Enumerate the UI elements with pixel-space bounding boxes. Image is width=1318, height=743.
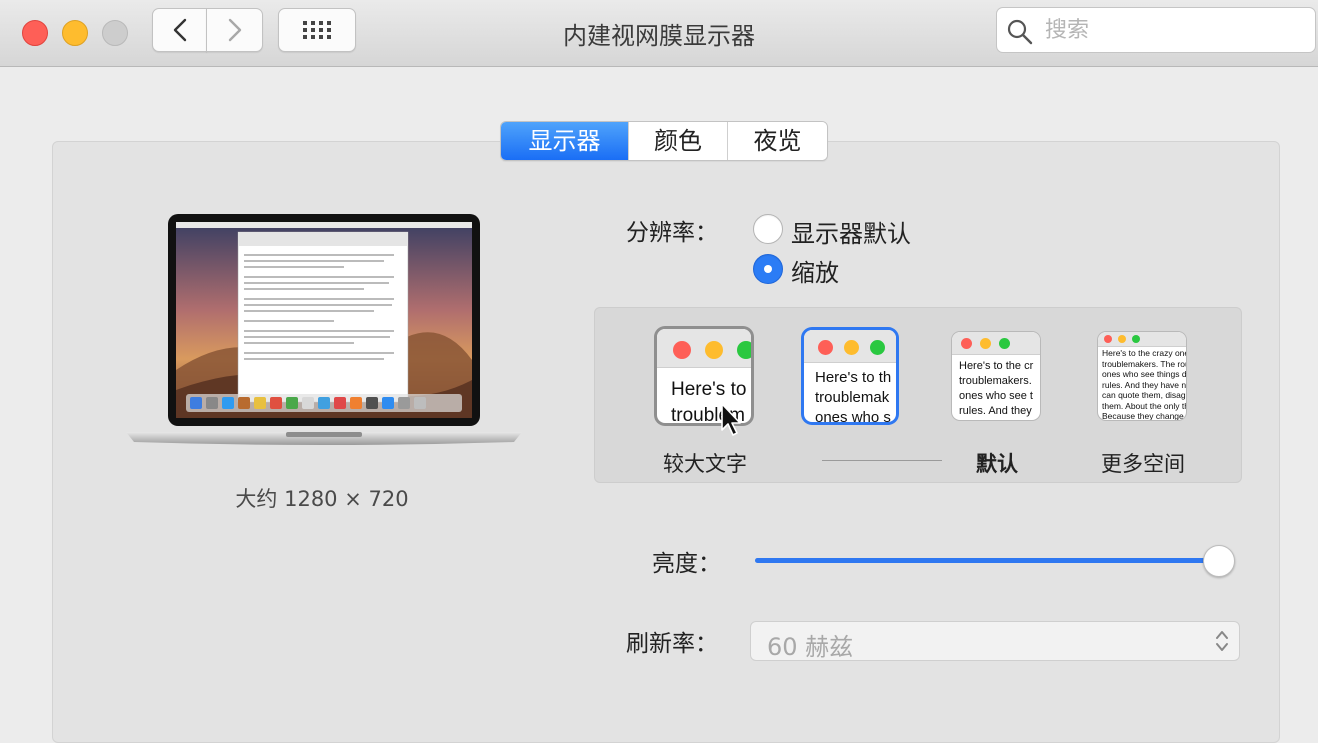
- scale-divider: [822, 460, 942, 461]
- close-dot-icon: [961, 338, 972, 349]
- preview-line: Here's to th: [815, 369, 892, 386]
- tab-bar: 显示器 颜色 夜览: [500, 121, 828, 161]
- brightness-slider-fill: [755, 558, 1208, 563]
- scale-option-2[interactable]: Here's to th troublemak ones who s: [804, 330, 896, 422]
- preview-line: troublemakers.: [959, 375, 1032, 387]
- preview-line: Because they change th: [1102, 411, 1186, 420]
- minimize-dot-icon: [1118, 335, 1126, 343]
- preview-line: ones who s: [815, 409, 891, 422]
- radio-display-default[interactable]: [753, 214, 783, 244]
- scale-label-more-space: 更多空间: [1101, 452, 1185, 476]
- zoom-dot-icon: [999, 338, 1010, 349]
- zoom-dot-icon: [737, 341, 751, 359]
- refresh-rate-select[interactable]: 60 赫兹: [750, 621, 1240, 661]
- scale-label-larger-text: 较大文字: [663, 452, 747, 476]
- scale-option-default[interactable]: Here's to the cr troublemakers. ones who…: [952, 332, 1040, 420]
- zoom-dot-icon: [870, 340, 885, 355]
- tab-night-shift[interactable]: 夜览: [728, 122, 827, 160]
- search-icon: [1007, 19, 1033, 45]
- radio-scaled[interactable]: [753, 254, 783, 284]
- minimize-dot-icon: [844, 340, 859, 355]
- resolution-label: 分辨率：: [626, 220, 718, 246]
- preview-line: Here's to the crazy ones: [1102, 348, 1186, 358]
- search-field[interactable]: [996, 7, 1316, 53]
- preview-line: rules. And they have no: [1102, 379, 1186, 390]
- resolution-caption: 大约 1280 × 720: [235, 487, 409, 511]
- refresh-rate-value: 60 赫兹: [767, 633, 854, 661]
- preview-line: Here's to the cr: [959, 360, 1034, 372]
- brightness-slider[interactable]: [755, 558, 1221, 563]
- preview-line: ones who see t: [959, 390, 1033, 402]
- preview-line: ones who see things di: [1102, 369, 1186, 379]
- title-bar: 内建视网膜显示器: [0, 0, 1318, 67]
- tab-display[interactable]: 显示器: [501, 122, 629, 160]
- brightness-label: 亮度：: [652, 551, 721, 577]
- preview-line: can quote them, disagre: [1102, 390, 1186, 400]
- scale-option-more-space[interactable]: Here's to the crazy ones troublemakers. …: [1098, 332, 1186, 420]
- preview-line: troublemakers. The rou: [1102, 358, 1186, 369]
- refresh-rate-label: 刷新率：: [626, 631, 718, 657]
- close-dot-icon: [818, 340, 833, 355]
- preview-line: Here's to: [671, 379, 747, 400]
- close-dot-icon: [1104, 335, 1112, 343]
- minimize-dot-icon: [980, 338, 991, 349]
- minimize-dot-icon: [705, 341, 723, 359]
- preview-line: rules. And they: [959, 405, 1032, 417]
- zoom-dot-icon: [1132, 335, 1140, 343]
- radio-label-display-default[interactable]: 显示器默认: [791, 214, 911, 249]
- preview-line: them. About the only th: [1102, 400, 1186, 411]
- mouse-pointer-icon: [721, 403, 741, 436]
- radio-label-scaled[interactable]: 缩放: [791, 253, 839, 288]
- search-input[interactable]: [1043, 14, 1307, 46]
- tab-color[interactable]: 颜色: [629, 122, 728, 160]
- brightness-slider-knob[interactable]: [1203, 545, 1235, 577]
- laptop-preview-image: [126, 214, 522, 445]
- up-down-chevron-icon: [1216, 631, 1228, 651]
- scale-label-default: 默认: [976, 452, 1018, 476]
- close-dot-icon: [673, 341, 691, 359]
- preview-line: troublemak: [815, 389, 890, 406]
